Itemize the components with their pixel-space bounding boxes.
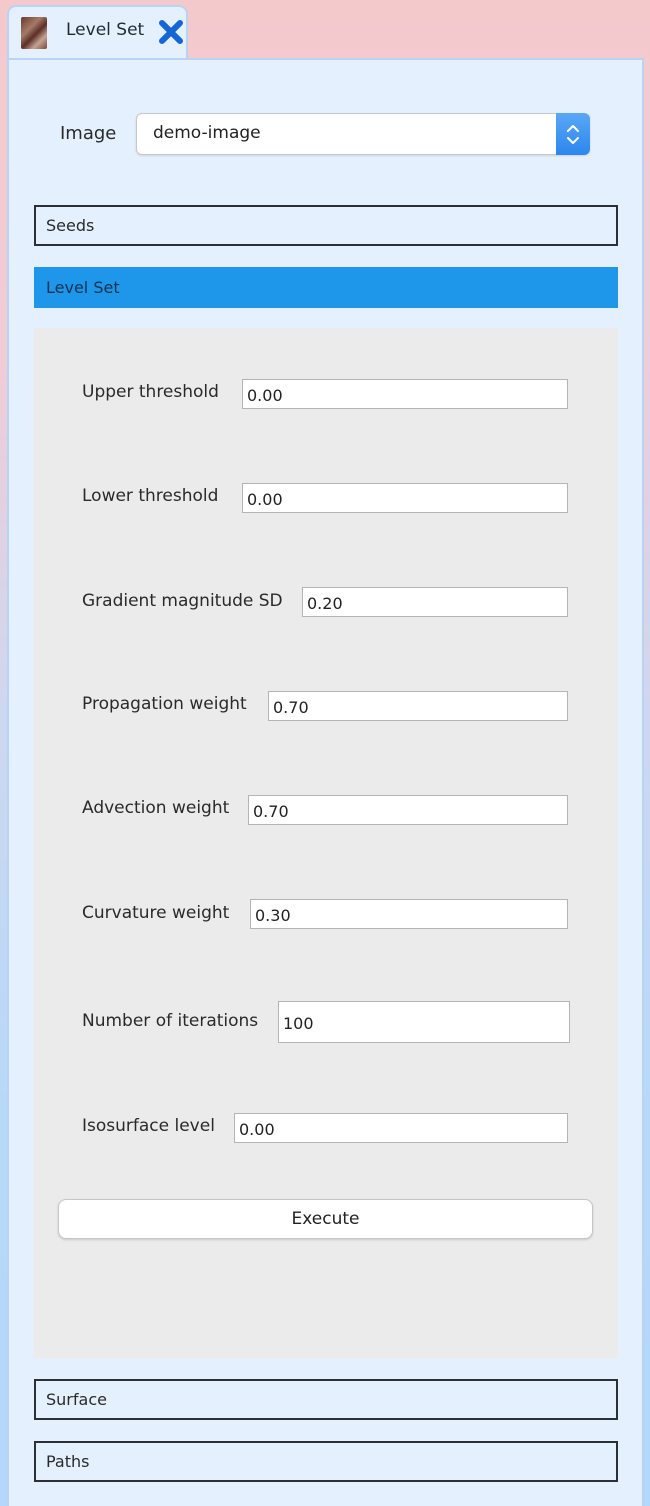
image-select-value: demo-image (153, 123, 261, 143)
param-label-upper-threshold: Upper threshold (82, 382, 219, 402)
param-label-advection-weight: Advection weight (82, 798, 230, 818)
select-arrows[interactable] (556, 113, 590, 155)
propagation-weight-input[interactable] (268, 691, 568, 721)
level-set-content: Upper threshold Lower threshold Gradient… (34, 328, 618, 1358)
param-label-lower-threshold: Lower threshold (82, 486, 219, 506)
section-level-set[interactable]: Level Set (34, 267, 618, 308)
param-label-isosurface-level: Isosurface level (82, 1116, 215, 1136)
image-thumbnail-icon (21, 17, 47, 49)
gradient-magnitude-sd-input[interactable] (302, 587, 568, 617)
lower-threshold-input[interactable] (242, 483, 568, 513)
param-label-propagation-weight: Propagation weight (82, 694, 247, 714)
isosurface-level-input[interactable] (234, 1113, 568, 1143)
tab-label: Level Set (66, 20, 145, 40)
tab-level-set[interactable]: Level Set (7, 5, 188, 61)
image-label: Image (60, 123, 117, 144)
close-icon[interactable] (157, 18, 185, 46)
execute-button[interactable]: Execute (58, 1199, 593, 1239)
updown-chevron-icon (567, 125, 579, 144)
upper-threshold-input[interactable] (242, 379, 568, 409)
advection-weight-input[interactable] (248, 795, 568, 825)
param-label-curvature-weight: Curvature weight (82, 903, 230, 923)
section-seeds[interactable]: Seeds (34, 205, 618, 246)
number-of-iterations-input[interactable] (278, 1001, 570, 1043)
curvature-weight-input[interactable] (250, 899, 568, 929)
param-label-number-of-iterations: Number of iterations (82, 1011, 259, 1031)
section-paths[interactable]: Paths (34, 1441, 618, 1482)
section-surface[interactable]: Surface (34, 1379, 618, 1420)
param-label-gradient-magnitude-sd: Gradient magnitude SD (82, 591, 283, 611)
level-set-panel: Image demo-image Seeds Level Set Upper t… (7, 58, 644, 1506)
image-select[interactable]: demo-image (136, 113, 590, 155)
